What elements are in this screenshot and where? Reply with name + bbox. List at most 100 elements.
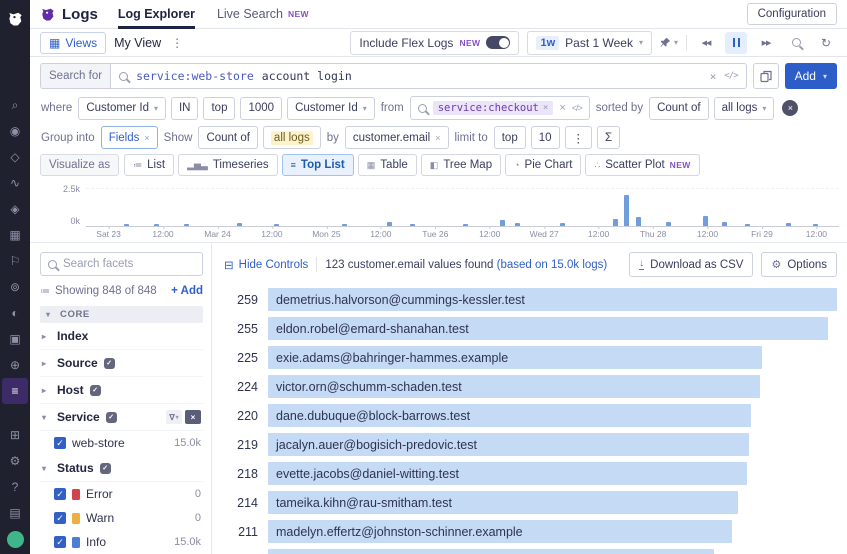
watchdog-icon[interactable]: ◉: [2, 118, 28, 144]
top-direction-select[interactable]: top: [203, 97, 235, 120]
chart-plot[interactable]: [86, 188, 839, 227]
checkbox-icon[interactable]: ✓: [54, 437, 66, 449]
ci-icon[interactable]: ⊕: [2, 352, 28, 378]
checkbox-icon[interactable]: ✓: [54, 512, 66, 524]
apm-icon[interactable]: ◈: [2, 196, 28, 222]
query-token-service[interactable]: service:web-store: [136, 69, 254, 83]
tab-log-explorer[interactable]: Log Explorer: [118, 0, 195, 29]
group-options-button[interactable]: ⋮: [565, 126, 593, 149]
dashboards-icon[interactable]: ▦: [2, 222, 28, 248]
table-row[interactable]: dannie.wundt@nolan-hagenes.example: [224, 549, 837, 554]
metrics-icon[interactable]: ∿: [2, 170, 28, 196]
facet-source[interactable]: ▸ Source ✓: [40, 350, 203, 377]
download-csv-button[interactable]: ↓ Download as CSV: [629, 252, 753, 277]
table-row[interactable]: 211madelyn.effertz@johnston-schinner.exa…: [224, 520, 837, 543]
facet-value-row[interactable]: ✓Warn0: [40, 506, 203, 530]
based-on-link[interactable]: (based on 15.0k logs): [497, 259, 608, 271]
top-count-input[interactable]: 1000: [240, 97, 282, 120]
hide-controls-button[interactable]: ⊟ Hide Controls: [224, 258, 308, 272]
clear-subquery-icon[interactable]: ×: [559, 102, 565, 114]
settings-icon[interactable]: ⚙: [2, 448, 28, 474]
refresh-button[interactable]: ↻: [815, 32, 837, 54]
code-view-icon[interactable]: </>: [724, 71, 737, 81]
subquery-token[interactable]: service:checkout×: [433, 101, 554, 115]
facet-group-core[interactable]: ▾ CORE: [40, 306, 203, 323]
limit-direction-select[interactable]: top: [494, 126, 526, 149]
synthetics-icon[interactable]: ⊚: [2, 274, 28, 300]
sort-aggregation-select[interactable]: Count of: [649, 97, 708, 120]
remove-subquery-button[interactable]: ×: [782, 100, 798, 116]
filter-icon[interactable]: ∇▾: [166, 410, 182, 424]
table-row[interactable]: 225exie.adams@bahringer-hammes.example: [224, 346, 837, 369]
checkbox-icon[interactable]: ✓: [54, 488, 66, 500]
logs-icon[interactable]: ≡: [2, 378, 28, 404]
table-row[interactable]: 255eldon.robel@emard-shanahan.test: [224, 317, 837, 340]
integrations-icon[interactable]: ⊞: [2, 422, 28, 448]
add-button[interactable]: Add ▾: [785, 63, 837, 89]
measure-aggregation-select[interactable]: Count of: [198, 126, 257, 149]
facet-status[interactable]: ▾ Status ✓: [40, 455, 203, 482]
timeline-chart[interactable]: 2.5k 0k Sat 2312:00Mar 2412:00Mon 2512:0…: [30, 182, 847, 242]
table-row[interactable]: 220dane.dubuque@block-barrows.test: [224, 404, 837, 427]
facet-value-row[interactable]: ✓web-store15.0k: [40, 431, 203, 455]
table-row[interactable]: 214tameika.kihn@rau-smitham.test: [224, 491, 837, 514]
add-facet-button[interactable]: + Add: [171, 285, 203, 297]
table-row[interactable]: 259demetrius.halvorson@cummings-kessler.…: [224, 288, 837, 311]
options-button[interactable]: ⚙ Options: [761, 252, 837, 277]
datadog-logo-icon[interactable]: [0, 6, 30, 30]
docs-icon[interactable]: ▤: [2, 500, 28, 526]
pause-button[interactable]: [725, 32, 747, 54]
tab-live-search[interactable]: Live Search NEW: [217, 0, 309, 29]
help-icon[interactable]: ?: [2, 474, 28, 500]
subquery-search-input[interactable]: service:checkout× × </>: [410, 96, 590, 120]
group-type-token[interactable]: Fields×: [101, 126, 158, 149]
flex-logs-control[interactable]: Include Flex Logs NEW: [350, 31, 519, 55]
viz-option-list[interactable]: ≔List: [124, 154, 174, 176]
facet-host[interactable]: ▸ Host ✓: [40, 377, 203, 404]
table-row[interactable]: 218evette.jacobs@daniel-witting.test: [224, 462, 837, 485]
search-icon[interactable]: ⌕: [2, 92, 28, 118]
where-field-select[interactable]: Customer Id▾: [78, 97, 166, 120]
view-menu-button[interactable]: ⋮: [169, 36, 185, 50]
security-icon[interactable]: ▣: [2, 326, 28, 352]
flex-logs-toggle[interactable]: [486, 36, 510, 49]
table-row[interactable]: 219jacalyn.auer@bogisich-predovic.test: [224, 433, 837, 456]
subquery-field-select[interactable]: Customer Id▾: [287, 97, 375, 120]
table-row[interactable]: 224victor.orn@schumm-schaden.test: [224, 375, 837, 398]
rum-icon[interactable]: ◐: [2, 300, 28, 326]
remove-icon[interactable]: ×: [435, 133, 440, 143]
user-avatar[interactable]: [7, 531, 24, 548]
skip-forward-button[interactable]: ▶▶: [755, 32, 777, 54]
zoom-button[interactable]: [785, 32, 807, 54]
facet-index[interactable]: ▸ Index: [40, 323, 203, 350]
viz-option-pie-chart[interactable]: ◔Pie Chart: [505, 154, 581, 176]
copy-query-button[interactable]: [753, 63, 779, 89]
group-by-field-token[interactable]: customer.email×: [345, 126, 449, 149]
facet-value-row[interactable]: ✓Info15.0k: [40, 530, 203, 554]
pin-view-button[interactable]: ▾: [660, 37, 678, 48]
operator-select[interactable]: IN: [171, 97, 199, 120]
infrastructure-icon[interactable]: ◇: [2, 144, 28, 170]
views-button[interactable]: ▦ Views: [40, 32, 106, 54]
remove-token-icon[interactable]: ×: [543, 103, 548, 113]
monitors-icon[interactable]: ⚐: [2, 248, 28, 274]
sort-target-select[interactable]: all logs▾: [714, 97, 775, 120]
viz-option-table[interactable]: ▦Table: [358, 154, 417, 176]
facet-value-row[interactable]: ✓Error0: [40, 482, 203, 506]
viz-option-scatter-plot[interactable]: ∴Scatter PlotNEW: [585, 154, 699, 176]
search-input[interactable]: service:web-store account login × </>: [111, 64, 746, 88]
measure-target-select[interactable]: all logs: [263, 126, 321, 149]
clear-search-icon[interactable]: ×: [710, 70, 717, 83]
viz-option-timeseries[interactable]: ▂▅▃Timeseries: [178, 154, 278, 176]
viz-option-tree-map[interactable]: ◧Tree Map: [421, 154, 501, 176]
facet-service[interactable]: ▾ Service ✓ ∇▾ ×: [40, 404, 203, 431]
clear-filter-icon[interactable]: ×: [185, 410, 201, 424]
viz-option-top-list[interactable]: ≡Top List: [282, 154, 354, 176]
configuration-button[interactable]: Configuration: [747, 3, 837, 25]
remove-icon[interactable]: ×: [144, 133, 149, 143]
code-view-icon[interactable]: </>: [572, 103, 582, 113]
time-range-picker[interactable]: 1w Past 1 Week ▾: [527, 31, 652, 55]
sigma-button[interactable]: Σ: [597, 126, 620, 149]
skip-back-button[interactable]: ◀◀: [695, 32, 717, 54]
facet-search-input[interactable]: Search facets: [40, 252, 203, 276]
